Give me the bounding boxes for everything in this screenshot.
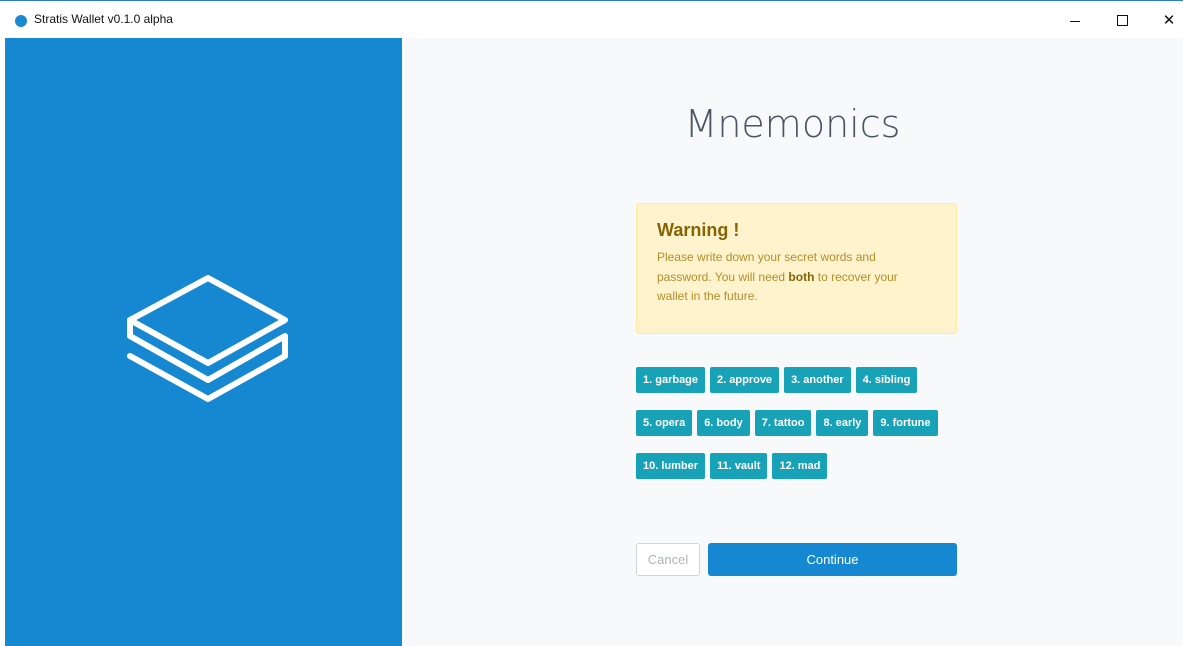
mnemonic-word: 8. early (816, 410, 869, 436)
close-icon: ✕ (1162, 11, 1176, 29)
warning-title: Warning ! (657, 220, 740, 240)
window-title: Stratis Wallet v0.1.0 alpha (34, 12, 173, 26)
warning-text: Please write down your secret words and … (657, 250, 898, 303)
page-title: Mnemonics (684, 102, 901, 146)
sidebar (5, 38, 402, 646)
mnemonic-word: 2. approve (710, 367, 780, 393)
mnemonic-word: 6. body (697, 410, 750, 436)
title-bar: Stratis Wallet v0.1.0 alpha ✕ (0, 0, 1183, 38)
cancel-button[interactable]: Cancel (636, 543, 700, 576)
warning-alert: Warning ! Please write down your secret … (636, 203, 957, 334)
mnemonic-word: 5. opera (636, 410, 693, 436)
mnemonic-row-1: 1. garbage 2. approve 3. another 4. sibl… (636, 367, 918, 393)
mnemonic-word: 3. another (784, 367, 851, 393)
close-button[interactable]: ✕ (1147, 5, 1183, 35)
stratis-logo (127, 275, 288, 402)
stratis-logo-icon (15, 15, 27, 27)
main-panel: Mnemonics Warning ! Please write down yo… (402, 38, 1183, 646)
maximize-icon (1116, 14, 1128, 26)
mnemonic-word: 11. vault (710, 453, 768, 479)
mnemonic-word: 12. mad (772, 453, 828, 479)
maximize-button[interactable] (1100, 5, 1144, 35)
continue-button[interactable]: Continue (708, 543, 957, 576)
mnemonic-word: 1. garbage (636, 367, 706, 393)
mnemonic-row-2: 5. opera 6. body 7. tattoo 8. early 9. f… (636, 410, 938, 436)
mnemonic-word: 4. sibling (855, 367, 918, 393)
mnemonic-word: 10. lumber (636, 453, 706, 479)
mnemonic-word: 9. fortune (873, 410, 938, 436)
mnemonic-row-3: 10. lumber 11. vault 12. mad (636, 453, 828, 479)
minimize-button[interactable] (1053, 5, 1097, 35)
minimize-icon (1070, 20, 1080, 22)
mnemonic-word: 7. tattoo (754, 410, 812, 436)
warning-emphasis: both (788, 269, 815, 284)
